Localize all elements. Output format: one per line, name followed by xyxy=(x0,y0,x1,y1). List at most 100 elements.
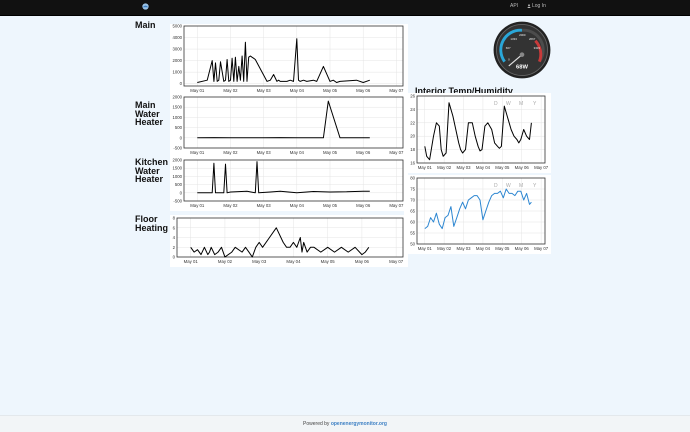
series-line-interior_temp xyxy=(424,102,532,161)
x-tick-label: May 05 xyxy=(495,165,510,170)
y-tick-label: 2000 xyxy=(172,158,182,163)
y-tick-label: 2 xyxy=(173,245,176,250)
x-tick-label: May 04 xyxy=(290,88,305,93)
login-link[interactable]: Log In xyxy=(527,3,546,9)
x-tick-label: May 01 xyxy=(184,259,199,264)
x-tick-label: May 03 xyxy=(257,203,272,208)
y-tick-label: -500 xyxy=(173,146,182,151)
x-tick-label: May 07 xyxy=(534,165,549,170)
range-btn-m[interactable]: M xyxy=(519,101,523,107)
y-tick-label: 2000 xyxy=(172,58,182,63)
x-tick-label: May 04 xyxy=(290,203,305,208)
x-tick-label: May 07 xyxy=(389,150,404,155)
y-tick-label: 2000 xyxy=(172,95,182,100)
gauge-reading: 68W xyxy=(516,65,528,71)
x-tick-label: May 06 xyxy=(515,246,530,251)
interior-humidity-chart: May 01 May 02 May 03 May 04 May 05 May 06 May … xyxy=(404,175,551,254)
x-tick-label: May 03 xyxy=(456,165,471,170)
series-line-kitchen_water_heater xyxy=(197,161,370,194)
series-line-floor_heating xyxy=(190,227,370,258)
kitchen-water-heater-chart: May 01 May 02 May 03 May 04 May 05 May 06 May … xyxy=(170,158,408,211)
x-tick-label: May 01 xyxy=(418,165,433,170)
x-tick-label: May 02 xyxy=(223,150,238,155)
y-tick-label: 1500 xyxy=(172,166,182,171)
x-tick-label: May 05 xyxy=(323,150,338,155)
y-tick-label: 24 xyxy=(410,107,415,112)
api-link[interactable]: API xyxy=(510,3,518,9)
y-tick-label: 16 xyxy=(410,161,415,166)
y-tick-label: 1000 xyxy=(172,174,182,179)
y-tick-label: 1000 xyxy=(172,70,182,75)
logo-icon[interactable] xyxy=(142,3,149,10)
x-tick-label: May 06 xyxy=(356,203,371,208)
x-tick-label: May 06 xyxy=(356,88,371,93)
y-tick-label: 1000 xyxy=(172,115,182,120)
x-tick-label: May 03 xyxy=(257,150,272,155)
floor-heating-label: Floor Heating xyxy=(135,214,169,233)
interior-temp-chart: May 01 May 02 May 03 May 04 May 05 May 06 May … xyxy=(404,93,551,173)
series-line-interior_humidity xyxy=(424,188,532,230)
kitchen-water-heater-label: Kitchen Water Heater xyxy=(135,157,169,184)
y-tick-label: 22 xyxy=(410,120,415,125)
y-tick-label: 70 xyxy=(410,198,415,203)
x-tick-label: May 07 xyxy=(534,246,549,251)
x-tick-label: May 02 xyxy=(437,165,452,170)
x-tick-label: May 06 xyxy=(356,150,371,155)
y-tick-label: 0 xyxy=(173,255,176,260)
footer: Powered by openenergymonitor.org xyxy=(0,415,690,432)
x-tick-label: May 01 xyxy=(190,150,205,155)
openenergymonitor-link[interactable]: openenergymonitor.org xyxy=(331,421,387,427)
y-tick-label: 26 xyxy=(410,94,415,99)
top-navbar: API Log In xyxy=(0,0,690,16)
range-btn-m[interactable]: M xyxy=(519,183,523,189)
x-tick-label: May 07 xyxy=(389,203,404,208)
y-tick-label: 20 xyxy=(410,134,415,139)
y-tick-label: 500 xyxy=(175,182,183,187)
x-tick-label: May 05 xyxy=(323,88,338,93)
x-tick-label: May 03 xyxy=(456,246,471,251)
range-btn-y[interactable]: Y xyxy=(533,101,537,107)
y-tick-label: 60 xyxy=(410,220,415,225)
range-btn-w[interactable]: W xyxy=(506,183,511,189)
range-btn-d[interactable]: D xyxy=(494,101,498,107)
gauge-tick-2: 1333 xyxy=(510,37,517,41)
x-tick-label: May 03 xyxy=(252,259,267,264)
x-tick-label: May 05 xyxy=(495,246,510,251)
x-tick-label: May 03 xyxy=(257,88,272,93)
plot-frame xyxy=(416,95,546,164)
x-tick-label: May 01 xyxy=(190,203,205,208)
series-line-main_water_heater xyxy=(197,100,370,139)
y-tick-label: 6 xyxy=(173,225,176,230)
y-tick-label: 0 xyxy=(180,135,183,140)
y-tick-label: 80 xyxy=(410,176,415,181)
main-water-heater-chart: May 01 May 02 May 03 May 04 May 05 May 06 May … xyxy=(170,95,408,158)
range-btn-d[interactable]: D xyxy=(494,183,498,189)
y-tick-label: 0 xyxy=(180,81,183,86)
gauge-tick-1: 667 xyxy=(506,46,511,50)
x-tick-label: May 02 xyxy=(223,88,238,93)
water-heater-label: Main Water Heater xyxy=(135,100,164,127)
x-tick-label: May 05 xyxy=(323,203,338,208)
power-gauge-icon: 0 667 1333 2000 2667 3333 68W xyxy=(493,21,551,79)
x-tick-label: May 04 xyxy=(290,150,305,155)
floor-heating-chart: May 01 May 02 May 03 May 04 May 05 May 06 May … xyxy=(170,215,408,267)
gauge-tick-5: 3333 xyxy=(534,46,541,50)
y-tick-label: 500 xyxy=(175,125,183,130)
y-tick-label: 55 xyxy=(410,231,415,236)
y-tick-label: 0 xyxy=(180,190,183,195)
x-tick-label: May 04 xyxy=(476,246,491,251)
y-tick-label: 18 xyxy=(410,147,415,152)
y-tick-label: 5000 xyxy=(172,24,182,29)
range-btn-y[interactable]: Y xyxy=(533,183,537,189)
range-btn-w[interactable]: W xyxy=(506,101,511,107)
y-tick-label: 50 xyxy=(410,242,415,247)
plot-frame xyxy=(183,96,404,149)
y-tick-label: 3000 xyxy=(172,47,182,52)
main-label: Main xyxy=(135,20,156,30)
main-chart: May 01 May 02 May 03 May 04 May 05 May 06 May … xyxy=(170,24,408,98)
x-tick-label: May 07 xyxy=(389,88,404,93)
x-tick-label: May 04 xyxy=(476,165,491,170)
x-tick-label: May 01 xyxy=(190,88,205,93)
user-icon xyxy=(527,3,531,8)
x-tick-label: May 01 xyxy=(418,246,433,251)
